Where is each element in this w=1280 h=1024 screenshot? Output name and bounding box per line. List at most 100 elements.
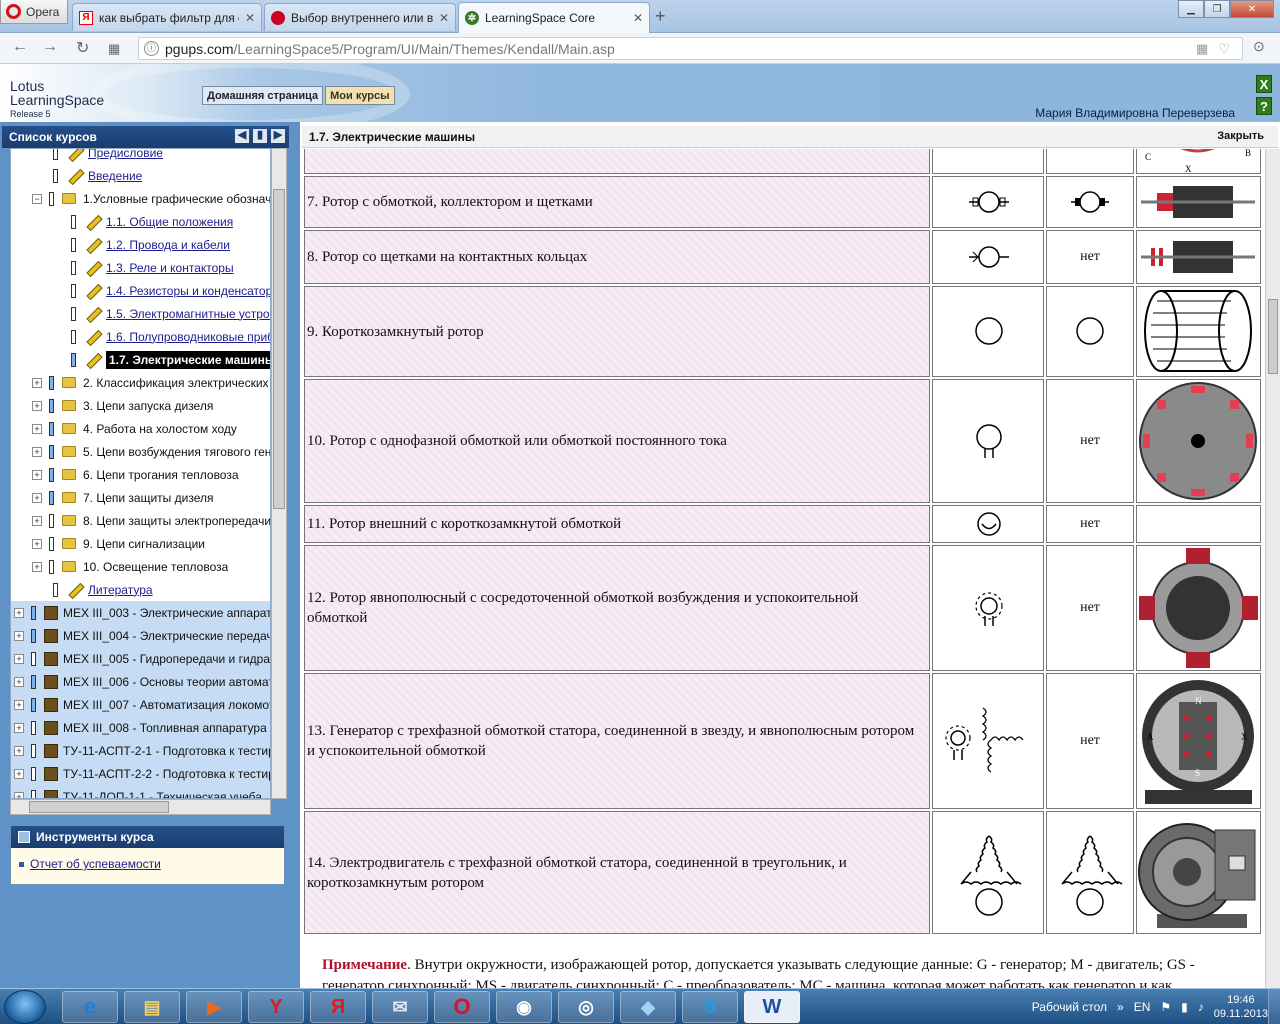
expand-icon[interactable]: + xyxy=(14,653,24,664)
tree-course[interactable]: + МЕХ III_004 - Электрические передачи xyxy=(11,624,270,647)
tree-course[interactable]: + ТУ-11-АСПТ-2-1 - Подготовка к тестирова… xyxy=(11,739,270,762)
expand-icon[interactable]: + xyxy=(14,745,24,756)
tree-item[interactable]: − 1.Условные графические обозначения xyxy=(11,187,270,210)
tree-course[interactable]: + МЕХ III_003 - Электрические аппараты xyxy=(11,601,270,624)
tray-volume-icon[interactable]: ♪ xyxy=(1198,1000,1204,1014)
tree-item[interactable]: +2. Классификация электрических цепей xyxy=(11,371,270,394)
tree-course[interactable]: + МЕХ III_008 - Топливная аппаратура xyxy=(11,716,270,739)
header-help-button[interactable]: ? xyxy=(1256,97,1272,115)
tab-yandex-search[interactable]: Я как выбрать фильтр для своего ✕ xyxy=(72,3,262,31)
skype-icon[interactable]: S xyxy=(682,991,738,1023)
nav-my-courses-tab[interactable]: Мои курсы xyxy=(325,86,395,105)
tree-item-label[interactable]: ТУ-11-АСПТ-2-1 - Подготовка к тестирован… xyxy=(63,744,270,758)
reload-icon[interactable]: ↻ xyxy=(76,38,89,58)
tree-course[interactable]: + МЕХ III_005 - Гидропередачи и гидравлик… xyxy=(11,647,270,670)
media-center-icon[interactable]: ◆ xyxy=(620,991,676,1023)
expand-icon[interactable]: + xyxy=(14,699,24,710)
restore-icon[interactable]: ❐ xyxy=(1204,0,1230,18)
show-desktop-button[interactable] xyxy=(1268,989,1280,1024)
tree-course[interactable]: + МЕХ III_006 - Основы теории автоматичес… xyxy=(11,670,270,693)
expand-icon[interactable]: + xyxy=(14,722,24,733)
tab-learningspace[interactable]: ✲ LearningSpace Core ✕ xyxy=(458,2,650,33)
word-icon[interactable]: W xyxy=(744,991,800,1023)
expand-icon[interactable]: + xyxy=(32,538,42,549)
yandex-icon[interactable]: Я xyxy=(310,991,366,1023)
tray-network-icon[interactable]: ▮ xyxy=(1181,1000,1188,1014)
tree-item-label[interactable]: 2. Классификация электрических цепей xyxy=(83,376,270,390)
expand-icon[interactable]: + xyxy=(32,492,42,503)
tree-item-label[interactable]: 5. Цепи возбуждения тягового генератора xyxy=(83,445,270,459)
expand-icon[interactable]: + xyxy=(32,469,42,480)
collapse-left-icon[interactable]: ◀ xyxy=(235,129,249,143)
course-tree-vscrollbar[interactable] xyxy=(271,148,287,799)
tab-forum[interactable]: Выбор внутреннего или внешнего ✕ xyxy=(264,3,456,31)
expand-icon[interactable]: + xyxy=(14,676,24,687)
tree-item-label[interactable]: 1.5. Электромагнитные устройства xyxy=(106,307,270,321)
extension-icon[interactable]: ▦ xyxy=(1196,41,1208,57)
window-close-icon[interactable]: ✕ xyxy=(1230,0,1274,18)
tree-item[interactable]: 1.1. Общие положения xyxy=(11,210,270,233)
tree-item[interactable]: 1.2. Провода и кабели xyxy=(11,233,270,256)
tree-course[interactable]: + ТУ-11-ДОП-1-1 - Техническая учеба xyxy=(11,785,270,799)
tree-item-label[interactable]: МЕХ III_006 - Основы теории автоматическ… xyxy=(63,675,270,689)
tree-item-label[interactable]: ТУ-11-ДОП-1-1 - Техническая учеба xyxy=(63,790,262,799)
tree-item-label[interactable]: 1.7. Электрические машины xyxy=(106,350,270,369)
tree-item-label[interactable]: 1.4. Резисторы и конденсаторы xyxy=(106,284,270,298)
tree-item-label[interactable]: ТУ-11-АСПТ-2-2 - Подготовка к тестирован… xyxy=(63,767,270,781)
expand-icon[interactable]: + xyxy=(32,423,42,434)
download-icon[interactable]: ⊙ xyxy=(1253,38,1265,55)
collapse-icon[interactable]: − xyxy=(32,193,42,204)
tree-item-label[interactable]: 7. Цепи защиты дизеля xyxy=(83,491,213,505)
nav-home-tab[interactable]: Домашняя страница xyxy=(202,86,324,105)
tree-item-label[interactable]: МЕХ III_007 - Автоматизация локомотивов xyxy=(63,698,270,712)
scroll-thumb[interactable] xyxy=(273,189,285,509)
opera-menu-button[interactable]: Opera xyxy=(0,0,68,24)
language-indicator[interactable]: EN xyxy=(1134,1000,1151,1014)
tree-course[interactable]: + МЕХ III_007 - Автоматизация локомотивов xyxy=(11,693,270,716)
speed-dial-icon[interactable]: ▦ xyxy=(108,41,120,57)
course-tree-hscrollbar[interactable] xyxy=(10,799,271,815)
progress-report-link[interactable]: Отчет об успеваемости xyxy=(19,857,161,871)
address-field[interactable]: ⓘ pgups.com/LearningSpace5/Program/UI/Ma… xyxy=(138,37,1243,60)
site-info-icon[interactable]: ⓘ xyxy=(144,41,159,56)
tree-item-label[interactable]: 1.1. Общие положения xyxy=(106,215,233,229)
expand-icon[interactable]: + xyxy=(14,791,24,798)
tree-item-label[interactable]: МЕХ III_008 - Топливная аппаратура xyxy=(63,721,267,735)
tree-item[interactable]: 1.4. Резисторы и конденсаторы xyxy=(11,279,270,302)
yandex-browser-icon[interactable]: Y xyxy=(248,991,304,1023)
tab-close-icon[interactable]: ✕ xyxy=(633,11,643,25)
system-clock[interactable]: 19:46 09.11.2013 xyxy=(1214,993,1268,1021)
new-tab-icon[interactable]: + xyxy=(655,6,666,27)
tree-item-label[interactable]: Введение xyxy=(88,169,142,183)
back-icon[interactable]: ← xyxy=(12,38,28,56)
file-explorer-icon[interactable]: ▤ xyxy=(124,991,180,1023)
scroll-thumb[interactable] xyxy=(29,801,169,813)
tree-item[interactable]: +10. Освещение тепловоза xyxy=(11,555,270,578)
pane-toggle-icon[interactable]: ▮ xyxy=(253,129,267,143)
tree-item-label[interactable]: МЕХ III_004 - Электрические передачи xyxy=(63,629,270,643)
tray-flag-icon[interactable]: ⚑ xyxy=(1160,1000,1171,1014)
tree-item-label[interactable]: Литература xyxy=(88,583,153,597)
tree-item[interactable]: +9. Цепи сигнализации xyxy=(11,532,270,555)
tree-item[interactable]: +4. Работа на холостом ходу xyxy=(11,417,270,440)
tree-item-label[interactable]: 10. Освещение тепловоза xyxy=(83,560,228,574)
minimize-icon[interactable]: ▁ xyxy=(1178,0,1204,18)
tree-item[interactable]: +6. Цепи трогания тепловоза xyxy=(11,463,270,486)
expand-icon[interactable]: + xyxy=(14,607,24,618)
tree-item-label[interactable]: 4. Работа на холостом ходу xyxy=(83,422,237,436)
tree-item-selected[interactable]: 1.7. Электрические машины xyxy=(11,348,270,371)
tab-close-icon[interactable]: ✕ xyxy=(245,11,255,25)
expand-icon[interactable]: + xyxy=(32,400,42,411)
tray-expand-icon[interactable]: » xyxy=(1117,1000,1124,1014)
tab-close-icon[interactable]: ✕ xyxy=(439,11,449,25)
music-player-icon[interactable]: ◉ xyxy=(496,991,552,1023)
tree-item-label[interactable]: Предисловие xyxy=(88,149,163,160)
desktop-toolbar-label[interactable]: Рабочий стол xyxy=(1032,1000,1107,1014)
tree-item-label[interactable]: МЕХ III_003 - Электрические аппараты xyxy=(63,606,270,620)
tree-item-label[interactable]: 1.6. Полупроводниковые приборы xyxy=(106,330,270,344)
scroll-thumb[interactable] xyxy=(1268,299,1278,374)
tree-item[interactable]: 1.6. Полупроводниковые приборы xyxy=(11,325,270,348)
tree-item-label[interactable]: 3. Цепи запуска дизеля xyxy=(83,399,213,413)
expand-right-icon[interactable]: ▶ xyxy=(271,129,285,143)
mail-icon[interactable]: ✉ xyxy=(372,991,428,1023)
